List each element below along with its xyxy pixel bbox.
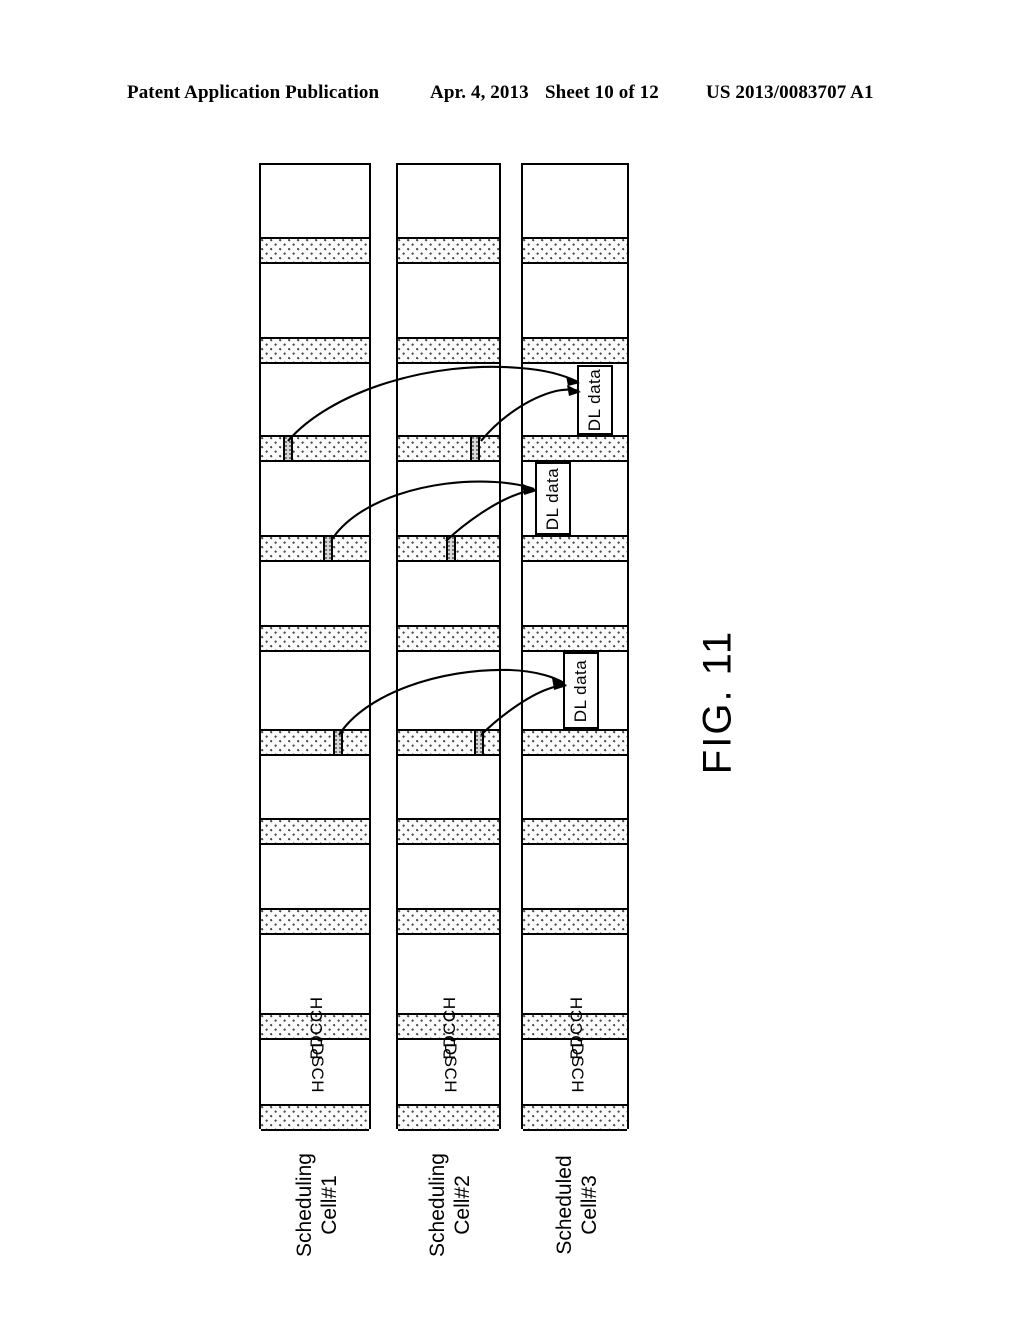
pdcch-stripe: [261, 908, 369, 935]
column-caption-scheduling-2: Scheduling Cell#2: [426, 1153, 474, 1257]
pdcch-stripe-with-marker: [398, 435, 499, 462]
dl-data-label: DL data: [571, 659, 590, 722]
pdcch-label: PDCCH: [307, 996, 326, 1060]
pdcch-assignment-marker: [470, 437, 480, 460]
dl-data-label: DL data: [543, 467, 562, 530]
pdcch-stripe: [523, 535, 627, 562]
pdcch-assignment-marker: [333, 731, 343, 754]
pdcch-stripe: [261, 625, 369, 652]
cell-column-scheduling-1: PDSCH PDCCH Scheduling Cell#1: [259, 163, 371, 1257]
column-caption-scheduled-3: Scheduled Cell#3: [553, 1155, 601, 1255]
dl-data-block: DL data: [563, 652, 599, 729]
cell-column-scheduling-2: PDSCH PDCCH Scheduling Cell#2: [396, 163, 501, 1257]
pdcch-assignment-marker: [283, 437, 293, 460]
cross-carrier-scheduling-arrows: [287, 365, 581, 736]
pdcch-stripe-labeled: PDCCH: [523, 997, 627, 1059]
cell-column-scheduled-3: DL data DL data DL data PDSCH PDCCH Sche…: [521, 163, 629, 1255]
dl-data-block: DL data: [535, 462, 571, 535]
pdcch-stripe: [398, 237, 499, 264]
pdcch-stripe: [398, 818, 499, 845]
dl-data-block: DL data: [577, 365, 613, 435]
pdcch-stripe-with-marker: [261, 729, 369, 756]
pdcch-stripe: [398, 337, 499, 364]
pdcch-stripe: [523, 337, 627, 364]
pdcch-label: PDCCH: [567, 996, 586, 1060]
pdcch-stripe-labeled: PDCCH: [261, 997, 369, 1059]
pdcch-stripe: [523, 625, 627, 652]
pdcch-stripe: [523, 237, 627, 264]
pdcch-stripe: [261, 818, 369, 845]
pdcch-stripe: [523, 729, 627, 756]
pdcch-stripe-with-marker: [398, 729, 499, 756]
pdcch-stripe: [398, 908, 499, 935]
patent-figure: PDSCH PDCCH Scheduling Cell#1 PDSCH PDCC…: [0, 0, 1024, 1320]
pdcch-assignment-marker: [446, 537, 456, 560]
pdcch-assignment-marker: [323, 537, 333, 560]
pdcch-stripe: [523, 435, 627, 462]
pdcch-assignment-marker: [474, 731, 484, 754]
pdcch-stripe: [261, 237, 369, 264]
column-caption-scheduling-1: Scheduling Cell#1: [293, 1153, 341, 1257]
pdcch-stripe-with-marker: [261, 435, 369, 462]
figure-number-label: FIG. 11: [695, 629, 740, 775]
pdcch-stripe-with-marker: [261, 535, 369, 562]
pdcch-stripe: [261, 337, 369, 364]
pdcch-stripe-labeled: PDCCH: [398, 997, 499, 1059]
pdcch-stripe: [523, 908, 627, 935]
pdcch-stripe: [398, 625, 499, 652]
dl-data-label: DL data: [585, 368, 604, 432]
pdcch-stripe: [523, 818, 627, 845]
pdcch-label: PDCCH: [440, 996, 459, 1060]
pdcch-stripe-with-marker: [398, 535, 499, 562]
